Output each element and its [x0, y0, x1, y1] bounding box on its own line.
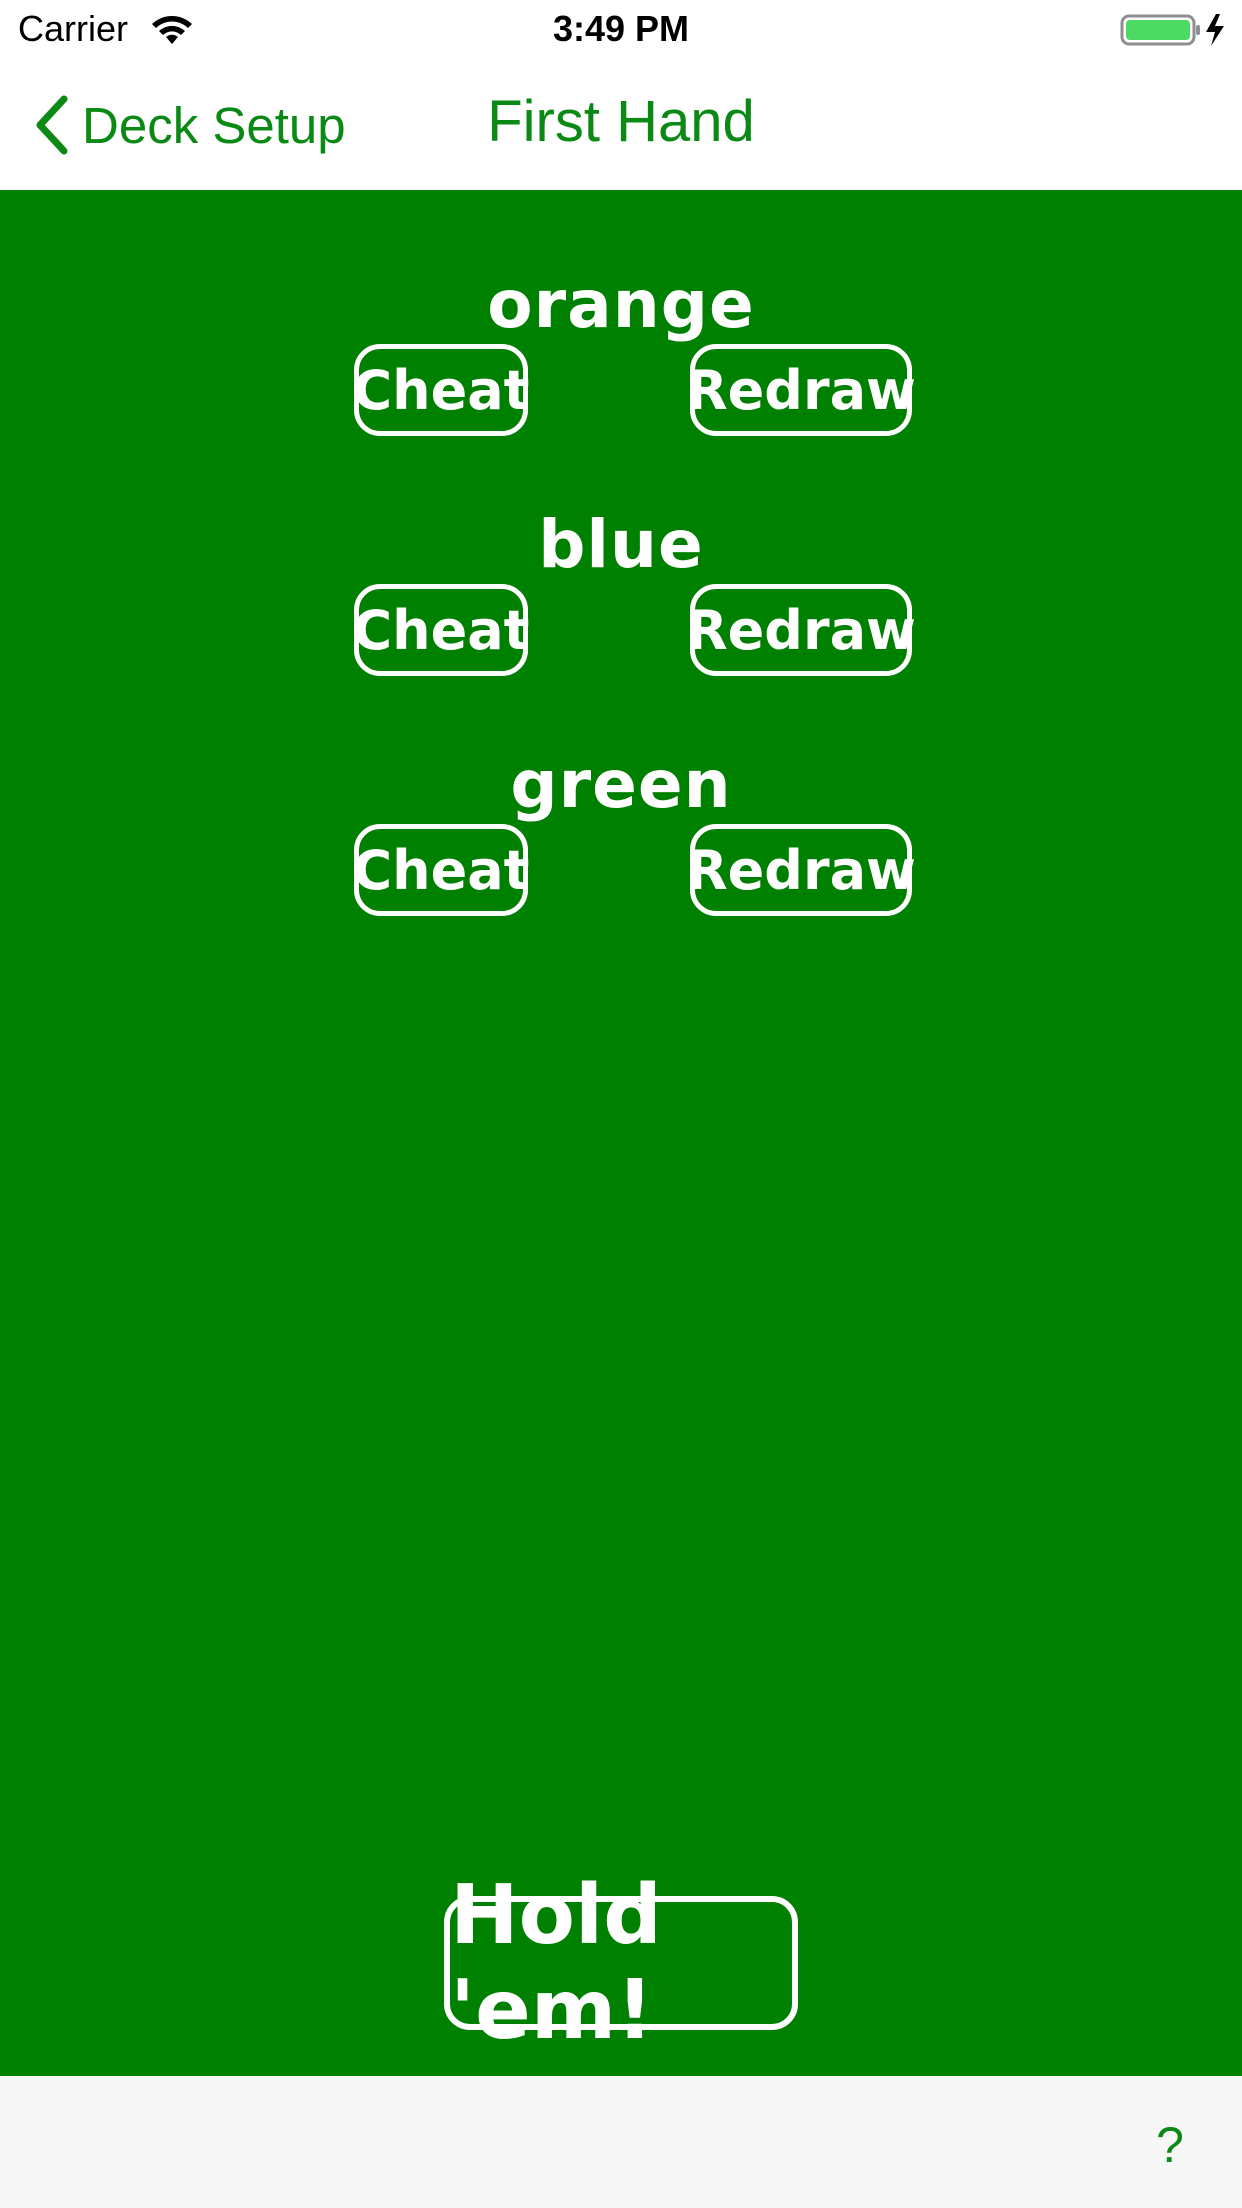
cheat-button[interactable]: Cheat [353, 584, 529, 676]
bottom-toolbar: ? [0, 2076, 1242, 2208]
hold-em-button[interactable]: Hold 'em! [444, 1868, 798, 2058]
redraw-button[interactable]: Redraw [686, 824, 916, 916]
player-orange: orange Cheat Redraw [0, 266, 1242, 496]
cheat-button[interactable]: Cheat [353, 824, 529, 916]
status-time: 3:49 PM [552, 8, 690, 49]
status-bar: Carrier 3:49 PM [0, 0, 1242, 60]
player-name: green [510, 746, 732, 823]
help-button[interactable]: ? [1150, 2116, 1190, 2176]
redraw-button[interactable]: Redraw [686, 344, 916, 436]
navigation-bar: Deck Setup First Hand [0, 60, 1242, 190]
player-name: blue [538, 506, 704, 583]
redraw-button[interactable]: Redraw [686, 584, 916, 676]
cheat-button[interactable]: Cheat [353, 344, 529, 436]
page-title: First Hand [487, 89, 755, 154]
battery-charging-icon [1120, 14, 1224, 46]
player-name: orange [487, 266, 755, 343]
player-blue: blue Cheat Redraw [0, 506, 1242, 736]
game-table: orange Cheat Redraw blue Cheat Redraw gr… [0, 190, 1242, 2076]
player-green: green Cheat Redraw [0, 746, 1242, 976]
